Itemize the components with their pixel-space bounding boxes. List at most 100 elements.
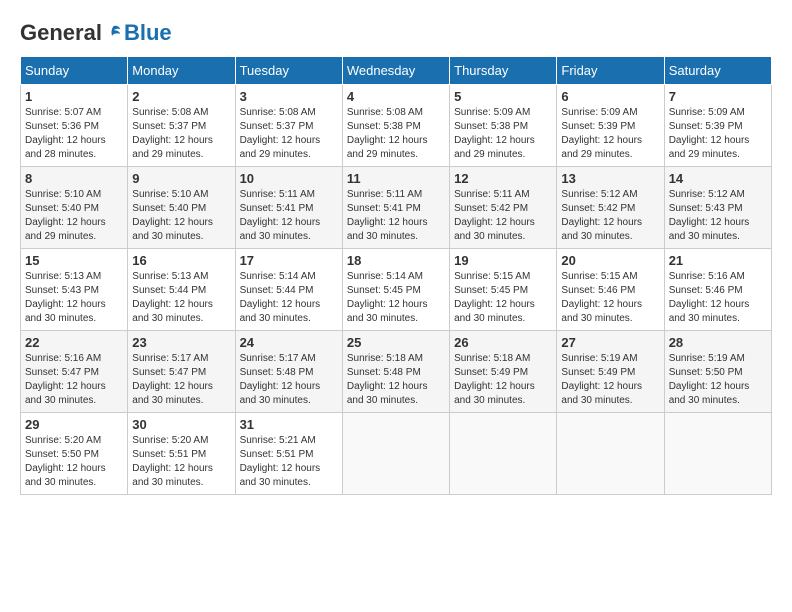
calendar-cell: 15 Sunrise: 5:13 AM Sunset: 5:43 PM Dayli… (21, 249, 128, 331)
calendar-table: SundayMondayTuesdayWednesdayThursdayFrid… (20, 56, 772, 495)
day-detail: Sunrise: 5:10 AM Sunset: 5:40 PM Dayligh… (132, 188, 230, 244)
day-detail: Sunrise: 5:09 AM Sunset: 5:38 PM Dayligh… (454, 106, 552, 162)
day-detail: Sunrise: 5:17 AM Sunset: 5:47 PM Dayligh… (132, 352, 230, 408)
day-detail: Sunrise: 5:12 AM Sunset: 5:43 PM Dayligh… (669, 188, 767, 244)
day-detail: Sunrise: 5:21 AM Sunset: 5:51 PM Dayligh… (240, 434, 338, 490)
day-number: 4 (347, 89, 445, 104)
calendar-cell: 8 Sunrise: 5:10 AM Sunset: 5:40 PM Daylig… (21, 167, 128, 249)
calendar-cell: 29 Sunrise: 5:20 AM Sunset: 5:50 PM Dayli… (21, 413, 128, 495)
calendar-cell: 27Sunrise: 5:19 AM Sunset: 5:49 PM Dayli… (557, 331, 664, 413)
calendar-cell: 3 Sunrise: 5:08 AM Sunset: 5:37 PM Daylig… (235, 85, 342, 167)
calendar-cell: 13 Sunrise: 5:12 AM Sunset: 5:42 PM Dayli… (557, 167, 664, 249)
day-number: 26 (454, 335, 552, 350)
day-detail: Sunrise: 5:08 AM Sunset: 5:37 PM Dayligh… (240, 106, 338, 162)
day-detail: Sunrise: 5:14 AM Sunset: 5:45 PM Dayligh… (347, 270, 445, 326)
calendar-cell: 26 Sunrise: 5:18 AM Sunset: 5:49 PM Dayli… (450, 331, 557, 413)
calendar-cell: 7 Sunrise: 5:09 AM Sunset: 5:39 PM Daylig… (664, 85, 771, 167)
calendar-week-row: 1 Sunrise: 5:07 AM Sunset: 5:36 PM Daylig… (21, 85, 772, 167)
calendar-cell: 30Sunrise: 5:20 AM Sunset: 5:51 PM Dayli… (128, 413, 235, 495)
calendar-cell: 19 Sunrise: 5:15 AM Sunset: 5:45 PM Dayli… (450, 249, 557, 331)
logo-bird-icon (104, 24, 122, 42)
day-number: 19 (454, 253, 552, 268)
day-number: 6 (561, 89, 659, 104)
day-detail: Sunrise: 5:18 AM Sunset: 5:48 PM Dayligh… (347, 352, 445, 408)
calendar-cell: 6 Sunrise: 5:09 AM Sunset: 5:39 PM Daylig… (557, 85, 664, 167)
calendar-header-monday: Monday (128, 57, 235, 85)
calendar-week-row: 15 Sunrise: 5:13 AM Sunset: 5:43 PM Dayli… (21, 249, 772, 331)
calendar-cell: 25Sunrise: 5:18 AM Sunset: 5:48 PM Dayli… (342, 331, 449, 413)
page-header: General Blue (20, 20, 772, 46)
day-number: 13 (561, 171, 659, 186)
day-number: 22 (25, 335, 123, 350)
calendar-cell: 18Sunrise: 5:14 AM Sunset: 5:45 PM Dayli… (342, 249, 449, 331)
logo-text: General Blue (20, 20, 172, 46)
calendar-cell: 9Sunrise: 5:10 AM Sunset: 5:40 PM Daylig… (128, 167, 235, 249)
calendar-cell: 17Sunrise: 5:14 AM Sunset: 5:44 PM Dayli… (235, 249, 342, 331)
day-number: 8 (25, 171, 123, 186)
day-number: 10 (240, 171, 338, 186)
calendar-cell: 12 Sunrise: 5:11 AM Sunset: 5:42 PM Dayli… (450, 167, 557, 249)
day-detail: Sunrise: 5:07 AM Sunset: 5:36 PM Dayligh… (25, 106, 123, 162)
calendar-header-sunday: Sunday (21, 57, 128, 85)
calendar-cell: 24Sunrise: 5:17 AM Sunset: 5:48 PM Dayli… (235, 331, 342, 413)
day-number: 3 (240, 89, 338, 104)
day-number: 17 (240, 253, 338, 268)
day-detail: Sunrise: 5:20 AM Sunset: 5:50 PM Dayligh… (25, 434, 123, 490)
calendar-cell: 28 Sunrise: 5:19 AM Sunset: 5:50 PM Dayli… (664, 331, 771, 413)
day-detail: Sunrise: 5:16 AM Sunset: 5:46 PM Dayligh… (669, 270, 767, 326)
logo-general: General (20, 20, 102, 46)
calendar-cell: 14 Sunrise: 5:12 AM Sunset: 5:43 PM Dayli… (664, 167, 771, 249)
calendar-week-row: 29 Sunrise: 5:20 AM Sunset: 5:50 PM Dayli… (21, 413, 772, 495)
calendar-week-row: 8 Sunrise: 5:10 AM Sunset: 5:40 PM Daylig… (21, 167, 772, 249)
calendar-cell: 16Sunrise: 5:13 AM Sunset: 5:44 PM Dayli… (128, 249, 235, 331)
calendar-cell: 5Sunrise: 5:09 AM Sunset: 5:38 PM Daylig… (450, 85, 557, 167)
day-detail: Sunrise: 5:11 AM Sunset: 5:41 PM Dayligh… (347, 188, 445, 244)
day-detail: Sunrise: 5:09 AM Sunset: 5:39 PM Dayligh… (669, 106, 767, 162)
calendar-cell: 23 Sunrise: 5:17 AM Sunset: 5:47 PM Dayli… (128, 331, 235, 413)
calendar-cell: 22 Sunrise: 5:16 AM Sunset: 5:47 PM Dayli… (21, 331, 128, 413)
day-detail: Sunrise: 5:13 AM Sunset: 5:43 PM Dayligh… (25, 270, 123, 326)
day-number: 20 (561, 253, 659, 268)
day-number: 12 (454, 171, 552, 186)
day-number: 15 (25, 253, 123, 268)
day-number: 7 (669, 89, 767, 104)
day-detail: Sunrise: 5:17 AM Sunset: 5:48 PM Dayligh… (240, 352, 338, 408)
day-number: 31 (240, 417, 338, 432)
day-detail: Sunrise: 5:08 AM Sunset: 5:37 PM Dayligh… (132, 106, 230, 162)
day-detail: Sunrise: 5:12 AM Sunset: 5:42 PM Dayligh… (561, 188, 659, 244)
calendar-cell: 31 Sunrise: 5:21 AM Sunset: 5:51 PM Dayli… (235, 413, 342, 495)
day-detail: Sunrise: 5:18 AM Sunset: 5:49 PM Dayligh… (454, 352, 552, 408)
day-detail: Sunrise: 5:10 AM Sunset: 5:40 PM Dayligh… (25, 188, 123, 244)
day-number: 2 (132, 89, 230, 104)
day-number: 1 (25, 89, 123, 104)
day-number: 29 (25, 417, 123, 432)
calendar-cell: 1 Sunrise: 5:07 AM Sunset: 5:36 PM Daylig… (21, 85, 128, 167)
day-number: 21 (669, 253, 767, 268)
day-number: 28 (669, 335, 767, 350)
day-detail: Sunrise: 5:09 AM Sunset: 5:39 PM Dayligh… (561, 106, 659, 162)
day-detail: Sunrise: 5:15 AM Sunset: 5:45 PM Dayligh… (454, 270, 552, 326)
day-detail: Sunrise: 5:11 AM Sunset: 5:41 PM Dayligh… (240, 188, 338, 244)
calendar-cell (342, 413, 449, 495)
calendar-cell: 4Sunrise: 5:08 AM Sunset: 5:38 PM Daylig… (342, 85, 449, 167)
day-detail: Sunrise: 5:15 AM Sunset: 5:46 PM Dayligh… (561, 270, 659, 326)
calendar-header-tuesday: Tuesday (235, 57, 342, 85)
calendar-week-row: 22 Sunrise: 5:16 AM Sunset: 5:47 PM Dayli… (21, 331, 772, 413)
day-detail: Sunrise: 5:16 AM Sunset: 5:47 PM Dayligh… (25, 352, 123, 408)
day-number: 27 (561, 335, 659, 350)
calendar-cell (557, 413, 664, 495)
day-detail: Sunrise: 5:19 AM Sunset: 5:50 PM Dayligh… (669, 352, 767, 408)
day-number: 16 (132, 253, 230, 268)
day-number: 30 (132, 417, 230, 432)
calendar-cell: 10 Sunrise: 5:11 AM Sunset: 5:41 PM Dayli… (235, 167, 342, 249)
day-number: 23 (132, 335, 230, 350)
logo-blue: Blue (124, 20, 172, 46)
day-detail: Sunrise: 5:11 AM Sunset: 5:42 PM Dayligh… (454, 188, 552, 244)
calendar-cell: 21 Sunrise: 5:16 AM Sunset: 5:46 PM Dayli… (664, 249, 771, 331)
calendar-cell (450, 413, 557, 495)
calendar-header-thursday: Thursday (450, 57, 557, 85)
calendar-cell (664, 413, 771, 495)
day-number: 14 (669, 171, 767, 186)
calendar-header-friday: Friday (557, 57, 664, 85)
logo: General Blue (20, 20, 172, 46)
